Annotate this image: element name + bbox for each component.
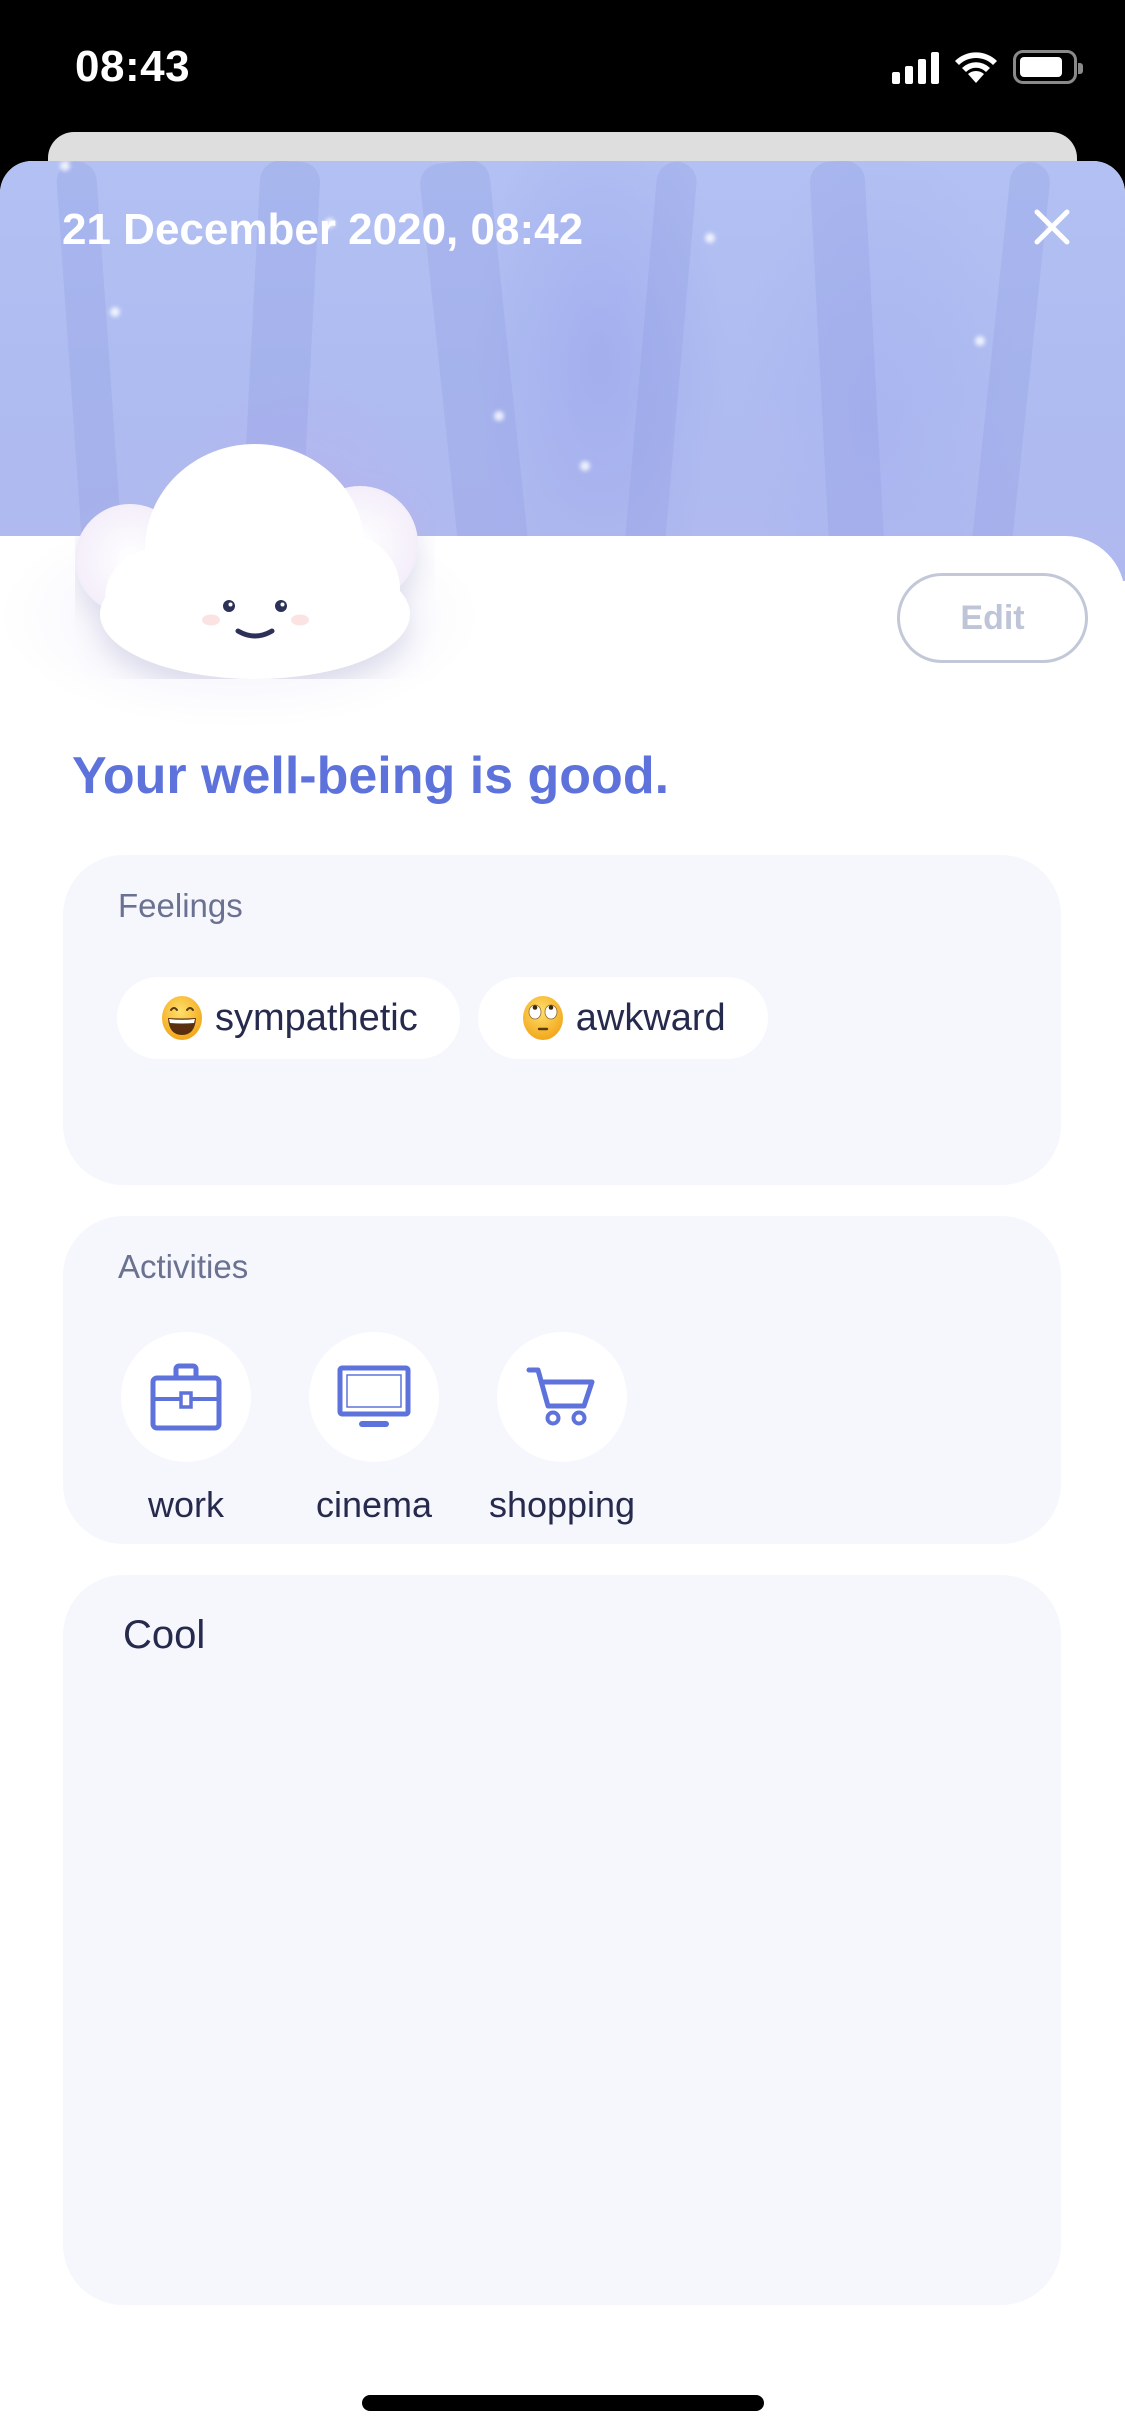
activity-icon-circle	[497, 1332, 627, 1462]
feelings-label: Feelings	[118, 887, 243, 924]
activity-icon-circle	[121, 1332, 251, 1462]
close-button[interactable]	[1022, 197, 1082, 257]
activities-card: Activities work cinema shopping	[63, 1216, 1061, 1544]
cloud-avatar-icon	[75, 444, 418, 679]
rolling-eyes-face-icon	[522, 996, 563, 1040]
feeling-chip-awkward[interactable]: awkward	[477, 977, 768, 1059]
edit-button[interactable]: Edit	[897, 573, 1088, 663]
battery-icon	[1013, 50, 1083, 84]
wifi-icon	[955, 52, 997, 83]
status-bar: 08:43	[0, 0, 1125, 132]
status-icons	[892, 50, 1083, 84]
entry-date-title: 21 December 2020, 08:42	[62, 205, 584, 254]
cellular-signal-icon	[892, 50, 939, 84]
wellbeing-summary: Your well-being is good.	[72, 747, 670, 805]
status-time: 08:43	[75, 42, 191, 91]
home-indicator[interactable]	[362, 2395, 764, 2411]
monitor-icon	[337, 1365, 411, 1427]
activity-label: shopping	[488, 1484, 636, 1525]
feeling-label: sympathetic	[215, 996, 418, 1039]
feeling-label: awkward	[575, 996, 726, 1039]
activity-shopping[interactable]: shopping	[489, 1332, 635, 1526]
activity-icon-circle	[309, 1332, 439, 1462]
grinning-face-icon	[162, 996, 202, 1040]
feelings-card: Feelings sympathetic awkward	[63, 855, 1061, 1185]
activity-cinema[interactable]: cinema	[308, 1332, 440, 1526]
activities-label: Activities	[118, 1248, 249, 1285]
shopping-cart-icon	[526, 1367, 595, 1426]
close-icon	[1034, 209, 1070, 245]
feelings-list: sympathetic awkward	[117, 977, 768, 1059]
activity-label: work	[147, 1484, 224, 1525]
activity-work[interactable]: work	[120, 1332, 252, 1526]
mood-entry-sheet: 21 December 2020, 08:42 Edit Your well-b…	[0, 161, 1125, 2436]
activities-list: work cinema shopping	[120, 1332, 635, 1526]
activity-label: cinema	[315, 1484, 433, 1525]
feeling-chip-sympathetic[interactable]: sympathetic	[117, 977, 460, 1059]
note-card[interactable]: Cool	[63, 1575, 1061, 2305]
briefcase-icon	[150, 1363, 222, 1431]
note-text: Cool	[123, 1613, 206, 1657]
